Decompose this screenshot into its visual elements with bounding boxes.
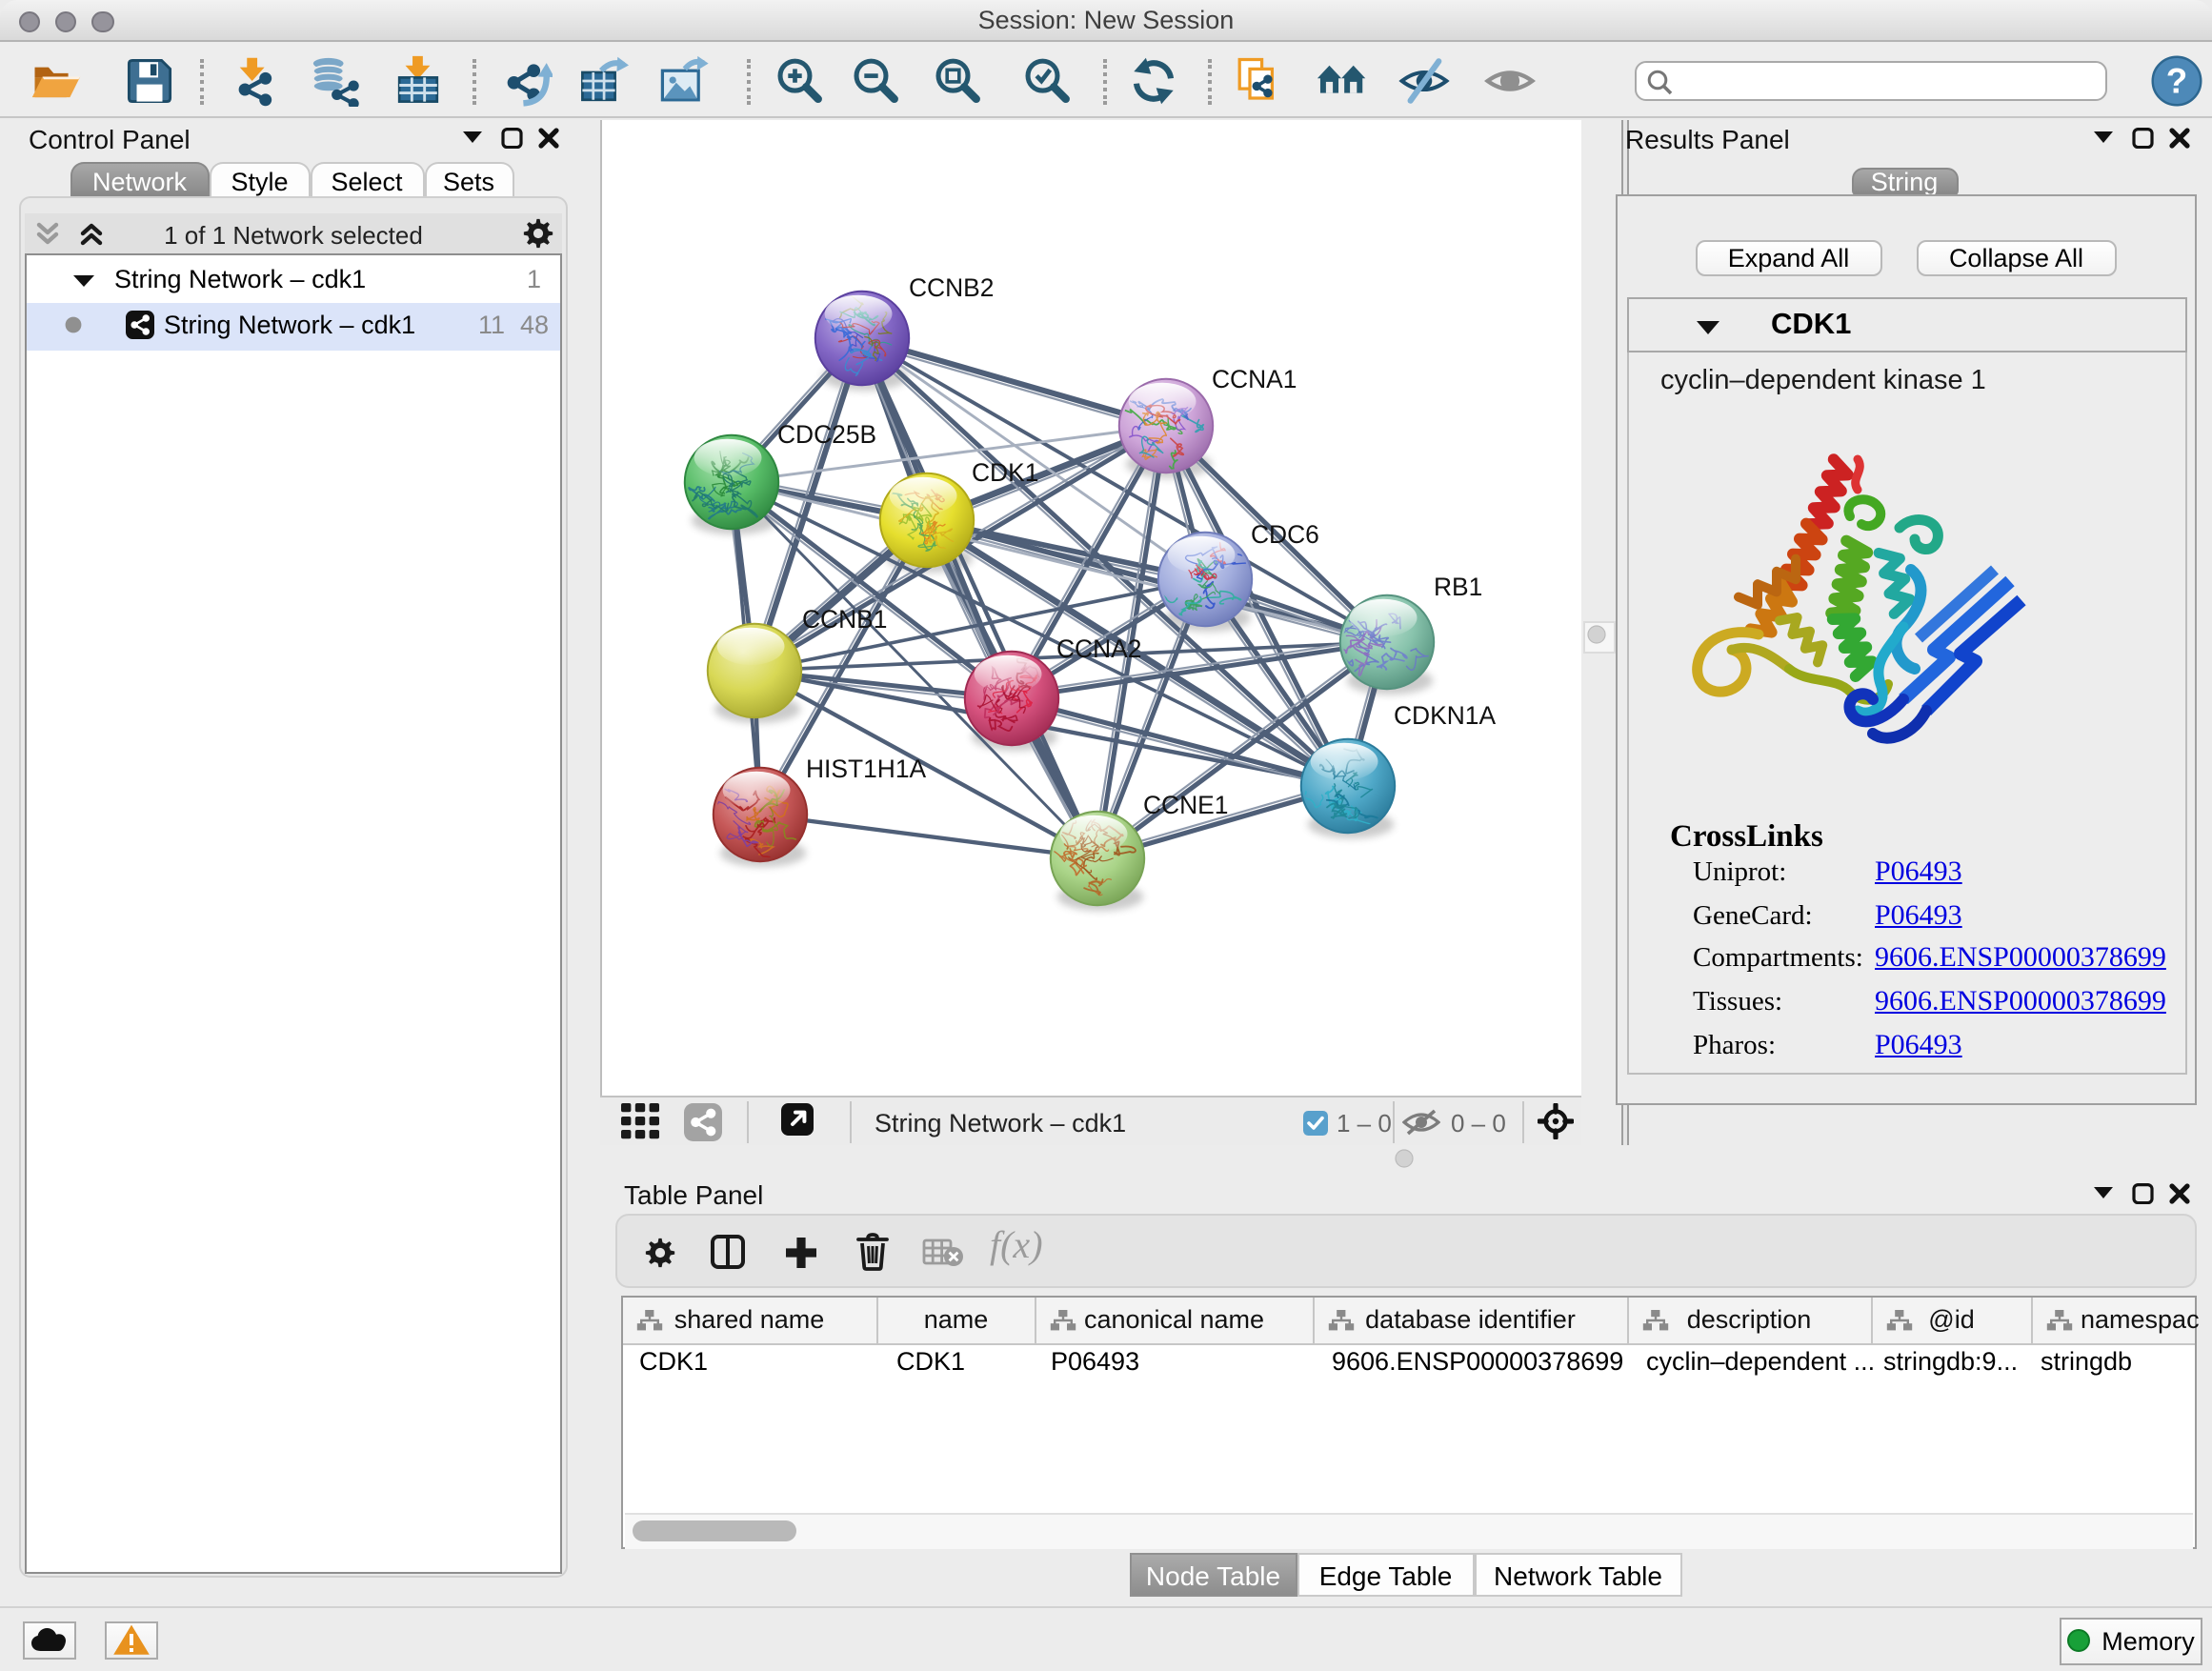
svg-text:CDC6: CDC6	[1251, 519, 1319, 548]
svg-text:CCNB2: CCNB2	[909, 272, 994, 301]
svg-text:CCNB1: CCNB1	[802, 604, 887, 633]
svg-text:CDC25B: CDC25B	[777, 419, 876, 448]
svg-text:RB1: RB1	[1434, 572, 1482, 600]
svg-text:CDKN1A: CDKN1A	[1394, 700, 1496, 729]
svg-text:CDK1: CDK1	[972, 457, 1038, 486]
svg-text:CCNA2: CCNA2	[1056, 634, 1141, 662]
svg-text:?: ?	[2165, 60, 2186, 99]
svg-text:CCNA1: CCNA1	[1212, 364, 1297, 393]
svg-text:HIST1H1A: HIST1H1A	[806, 754, 927, 782]
svg-text:CCNE1: CCNE1	[1143, 790, 1228, 818]
